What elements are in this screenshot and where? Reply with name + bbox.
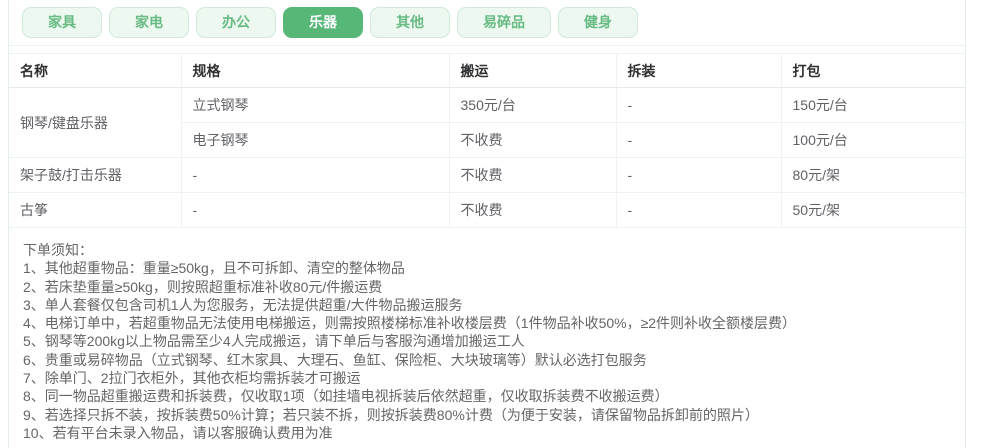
col-header-spec: 规格 bbox=[181, 53, 450, 88]
tab-appliance[interactable]: 家电 bbox=[109, 7, 189, 38]
col-header-disassemble: 拆装 bbox=[616, 53, 782, 88]
note-item: 10、若有平台未录入物品，请以客服确认费用为准 bbox=[23, 424, 333, 441]
note-item: 2、若床垫重量≥50kg，则按照超重标准补收80元/件搬运费 bbox=[23, 278, 383, 295]
tab-other[interactable]: 其他 bbox=[370, 7, 450, 38]
note-item: 9、若选择只拆不装，按拆装费50%计算；若只装不拆，则按拆装费80%计费（为便于… bbox=[23, 406, 759, 423]
cell-disassemble-fee: - bbox=[616, 122, 782, 158]
note-item: 1、其他超重物品：重量≥50kg，且不可拆卸、清空的整体物品 bbox=[23, 260, 405, 277]
table-header-row: 名称 规格 搬运 拆装 打包 bbox=[9, 53, 965, 88]
tab-instrument[interactable]: 乐器 bbox=[283, 7, 363, 38]
cell-move-fee: 不收费 bbox=[449, 192, 617, 228]
cell-spec: - bbox=[181, 192, 450, 228]
cell-disassemble-fee: - bbox=[616, 157, 782, 193]
cell-pack-fee: 80元/架 bbox=[781, 157, 965, 193]
cell-pack-fee: 150元/台 bbox=[781, 87, 965, 123]
cell-move-fee: 不收费 bbox=[449, 157, 617, 193]
cell-pack-fee: 50元/架 bbox=[781, 192, 965, 228]
pricing-table: 名称 规格 搬运 拆装 打包 钢琴/键盘乐器 立式钢琴 350元/台 - 150… bbox=[9, 53, 965, 228]
cell-disassemble-fee: - bbox=[616, 87, 782, 123]
note-item: 5、钢琴等200kg以上物品需至少4人完成搬运，请下单后与客服沟通增加搬运工人 bbox=[23, 333, 525, 350]
notes-title: 下单须知： bbox=[23, 242, 93, 258]
cell-pack-fee: 100元/台 bbox=[781, 122, 965, 158]
table-row: 架子鼓/打击乐器 - 不收费 - 80元/架 bbox=[9, 157, 965, 193]
cell-spec: - bbox=[181, 157, 450, 193]
note-item: 8、同一物品超重搬运费和拆装费，仅收取1项（如挂墙电视拆装后依然超重，仅收取拆装… bbox=[23, 388, 669, 405]
cell-move-fee: 不收费 bbox=[449, 122, 617, 158]
cell-item-name: 古筝 bbox=[9, 192, 182, 228]
cell-item-name: 钢琴/键盘乐器 bbox=[9, 87, 182, 158]
tab-fragile[interactable]: 易碎品 bbox=[457, 7, 551, 38]
col-header-move: 搬运 bbox=[449, 53, 617, 88]
note-item: 4、电梯订单中，若超重物品无法使用电梯搬运，则需按照楼梯标准补收楼层费（1件物品… bbox=[23, 315, 797, 332]
tab-fitness[interactable]: 健身 bbox=[558, 7, 638, 38]
order-notes: 下单须知： 1、其他超重物品：重量≥50kg，且不可拆卸、清空的整体物品 2、若… bbox=[9, 228, 965, 448]
col-header-name: 名称 bbox=[9, 53, 182, 88]
pricing-card: 家具 家电 办公 乐器 其他 易碎品 健身 名称 规格 搬运 拆装 打包 钢琴/… bbox=[8, 0, 966, 448]
cell-move-fee: 350元/台 bbox=[449, 87, 617, 123]
note-item: 7、除单门、2拉门衣柜外，其他衣柜均需拆装才可搬运 bbox=[23, 370, 361, 387]
note-item: 3、单人套餐仅包含司机1人为您服务，无法提供超重/大件物品搬运服务 bbox=[23, 296, 463, 313]
cell-spec: 电子钢琴 bbox=[181, 122, 450, 158]
col-header-pack: 打包 bbox=[781, 53, 965, 88]
cell-spec: 立式钢琴 bbox=[181, 87, 450, 123]
tab-office[interactable]: 办公 bbox=[196, 7, 276, 38]
cell-disassemble-fee: - bbox=[616, 192, 782, 228]
tab-furniture[interactable]: 家具 bbox=[22, 7, 102, 38]
table-row: 古筝 - 不收费 - 50元/架 bbox=[9, 192, 965, 228]
cell-item-name: 架子鼓/打击乐器 bbox=[9, 157, 182, 193]
note-item: 6、贵重或易碎物品（立式钢琴、红木家具、大理石、鱼缸、保险柜、大块玻璃等）默认必… bbox=[23, 351, 647, 368]
table-row: 钢琴/键盘乐器 立式钢琴 350元/台 - 150元/台 bbox=[9, 87, 965, 158]
category-tabbar: 家具 家电 办公 乐器 其他 易碎品 健身 bbox=[9, 0, 965, 46]
